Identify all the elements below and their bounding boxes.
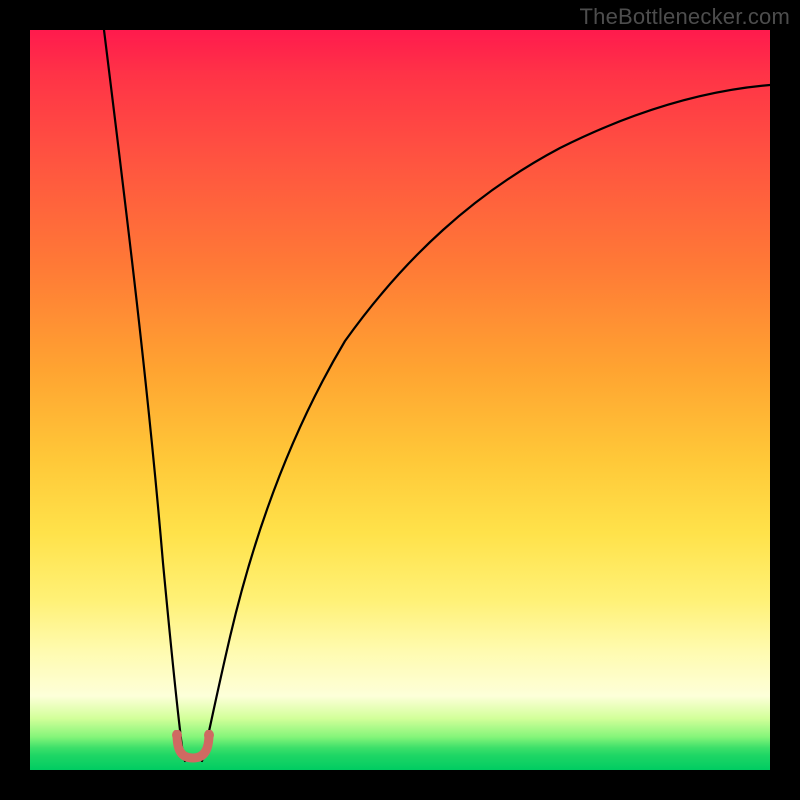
minimum-marker-icon: [171, 730, 215, 764]
watermark-text: TheBottlenecker.com: [580, 4, 790, 30]
bottleneck-curve: [30, 30, 770, 770]
chart-frame: TheBottlenecker.com: [0, 0, 800, 800]
plot-area: [30, 30, 770, 770]
